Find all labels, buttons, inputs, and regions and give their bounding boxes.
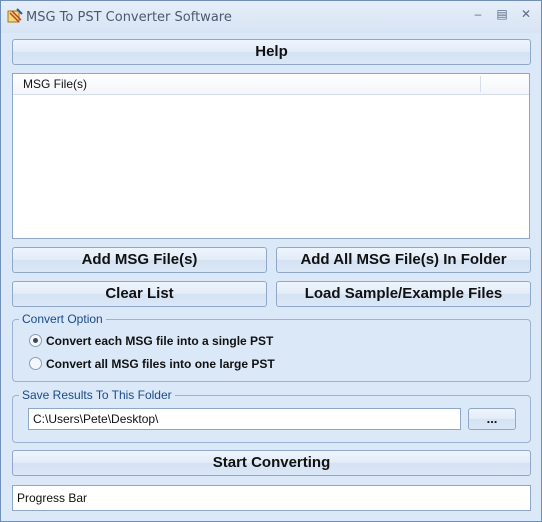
list-header: MSG File(s)	[13, 74, 529, 95]
maximize-icon[interactable]: ▤	[491, 5, 513, 23]
window-title: MSG To PST Converter Software	[26, 10, 232, 25]
title-bar[interactable]: MSG To PST Converter Software – ▤ ✕	[1, 1, 541, 33]
start-converting-button[interactable]: Start Converting	[12, 450, 531, 476]
minimize-icon[interactable]: –	[467, 5, 489, 23]
radio-option-combined-label: Convert all MSG files into one large PST	[46, 357, 275, 371]
browse-folder-button[interactable]: ...	[468, 408, 516, 430]
close-icon[interactable]: ✕	[515, 5, 537, 23]
save-folder-group: Save Results To This Folder C:\Users\Pet…	[12, 388, 531, 443]
radio-option-combined[interactable]: Convert all MSG files into one large PST	[29, 357, 275, 371]
msg-file-list[interactable]: MSG File(s)	[12, 73, 530, 239]
column-header-msg-files[interactable]: MSG File(s)	[23, 77, 87, 91]
convert-option-group: Convert Option Convert each MSG file int…	[12, 312, 531, 382]
radio-unselected-icon[interactable]	[29, 357, 42, 370]
add-msg-files-button[interactable]: Add MSG File(s)	[12, 247, 267, 273]
load-sample-button[interactable]: Load Sample/Example Files	[276, 281, 531, 307]
help-button[interactable]: Help	[12, 39, 531, 65]
convert-option-legend: Convert Option	[19, 312, 106, 326]
client-area: Help MSG File(s) Add MSG File(s) Add All…	[1, 33, 541, 521]
clear-list-button[interactable]: Clear List	[12, 281, 267, 307]
radio-option-single-label: Convert each MSG file into a single PST	[46, 334, 274, 348]
add-folder-button[interactable]: Add All MSG File(s) In Folder	[276, 247, 531, 273]
progress-bar: Progress Bar	[12, 485, 531, 511]
app-window: MSG To PST Converter Software – ▤ ✕ Help…	[0, 0, 542, 522]
app-icon	[7, 8, 23, 23]
save-folder-legend: Save Results To This Folder	[19, 388, 175, 402]
radio-option-single[interactable]: Convert each MSG file into a single PST	[29, 334, 273, 348]
radio-selected-icon[interactable]	[29, 334, 42, 347]
column-separator[interactable]	[480, 76, 481, 92]
save-folder-path-field[interactable]: C:\Users\Pete\Desktop\	[28, 408, 461, 430]
